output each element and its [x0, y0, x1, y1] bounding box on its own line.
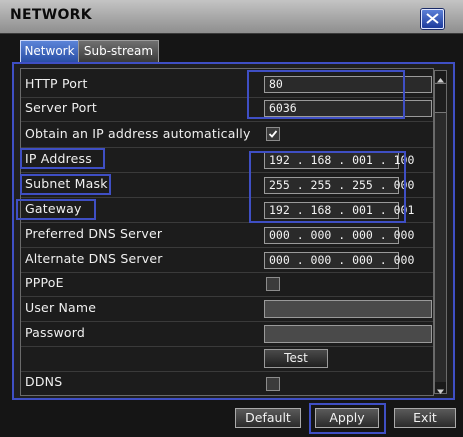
- checkmark-icon: [268, 130, 278, 138]
- arrow-down-icon: [437, 389, 444, 394]
- gateway-input[interactable]: 192 . 168 . 001 . 001: [264, 202, 414, 219]
- user-name-label: User Name: [25, 300, 97, 315]
- close-button[interactable]: [421, 9, 444, 29]
- scroll-up-button[interactable]: [435, 71, 446, 83]
- server-port-label: Server Port: [25, 100, 97, 115]
- ip-address-input[interactable]: 192 . 168 . 001 . 100: [264, 152, 414, 169]
- default-button[interactable]: Default: [235, 408, 301, 428]
- row-alternate-dns: Alternate DNS Server 000 . 000 . 000 . 0…: [21, 248, 433, 273]
- scroll-thumb[interactable]: [435, 83, 446, 113]
- tab-network[interactable]: Network: [20, 40, 79, 62]
- tab-sub-stream[interactable]: Sub-stream: [78, 40, 159, 62]
- row-password: Password: [21, 322, 433, 347]
- preferred-dns-label: Preferred DNS Server: [25, 226, 163, 241]
- server-port-input[interactable]: 6036: [264, 100, 432, 117]
- obtain-ip-auto-label: Obtain an IP address automatically: [25, 126, 251, 141]
- row-ddns: DDNS: [21, 371, 433, 395]
- pppoe-checkbox[interactable]: [266, 277, 280, 291]
- obtain-ip-auto-checkbox[interactable]: [266, 127, 280, 141]
- apply-button[interactable]: Apply: [315, 408, 379, 428]
- password-input[interactable]: [264, 325, 432, 343]
- row-server-port: Server Port 6036: [21, 97, 433, 122]
- http-port-input[interactable]: 80: [264, 76, 432, 93]
- subnet-mask-label: Subnet Mask: [25, 176, 108, 191]
- row-preferred-dns: Preferred DNS Server 000 . 000 . 000 . 0…: [21, 223, 433, 248]
- alternate-dns-input[interactable]: 000 . 000 . 000 . 000: [264, 252, 414, 269]
- test-button[interactable]: Test: [264, 349, 328, 368]
- gateway-label: Gateway: [25, 201, 82, 216]
- ip-address-label: IP Address: [25, 151, 92, 166]
- row-http-port: HTTP Port 80: [21, 73, 433, 98]
- user-name-input[interactable]: [264, 300, 432, 318]
- ddns-label: DDNS: [25, 374, 63, 389]
- exit-button[interactable]: Exit: [394, 408, 456, 428]
- row-pppoe: PPPoE: [21, 272, 433, 297]
- title-bar: NETWORK: [0, 0, 463, 34]
- preferred-dns-input[interactable]: 000 . 000 . 000 . 000: [264, 227, 414, 244]
- ddns-checkbox[interactable]: [266, 377, 280, 391]
- network-panel: HTTP Port 80 Server Port 6036 Obtain an …: [12, 62, 455, 400]
- pppoe-label: PPPoE: [25, 275, 64, 290]
- row-ip-address: IP Address 192 . 168 . 001 . 100: [21, 148, 433, 173]
- row-user-name: User Name: [21, 297, 433, 322]
- http-port-label: HTTP Port: [25, 76, 88, 91]
- window-title: NETWORK: [10, 7, 92, 23]
- row-test: Test: [21, 347, 433, 372]
- subnet-mask-input[interactable]: 255 . 255 . 255 . 000: [264, 177, 414, 194]
- scrollbar[interactable]: [434, 70, 447, 394]
- scroll-down-button[interactable]: [435, 382, 446, 394]
- settings-list: HTTP Port 80 Server Port 6036 Obtain an …: [20, 68, 434, 396]
- alternate-dns-label: Alternate DNS Server: [25, 251, 163, 266]
- row-subnet-mask: Subnet Mask 255 . 255 . 255 . 000: [21, 173, 433, 198]
- close-icon: [426, 13, 439, 24]
- password-label: Password: [25, 325, 85, 340]
- row-gateway: Gateway 192 . 168 . 001 . 001: [21, 198, 433, 223]
- row-obtain-ip-auto: Obtain an IP address automatically: [21, 123, 433, 148]
